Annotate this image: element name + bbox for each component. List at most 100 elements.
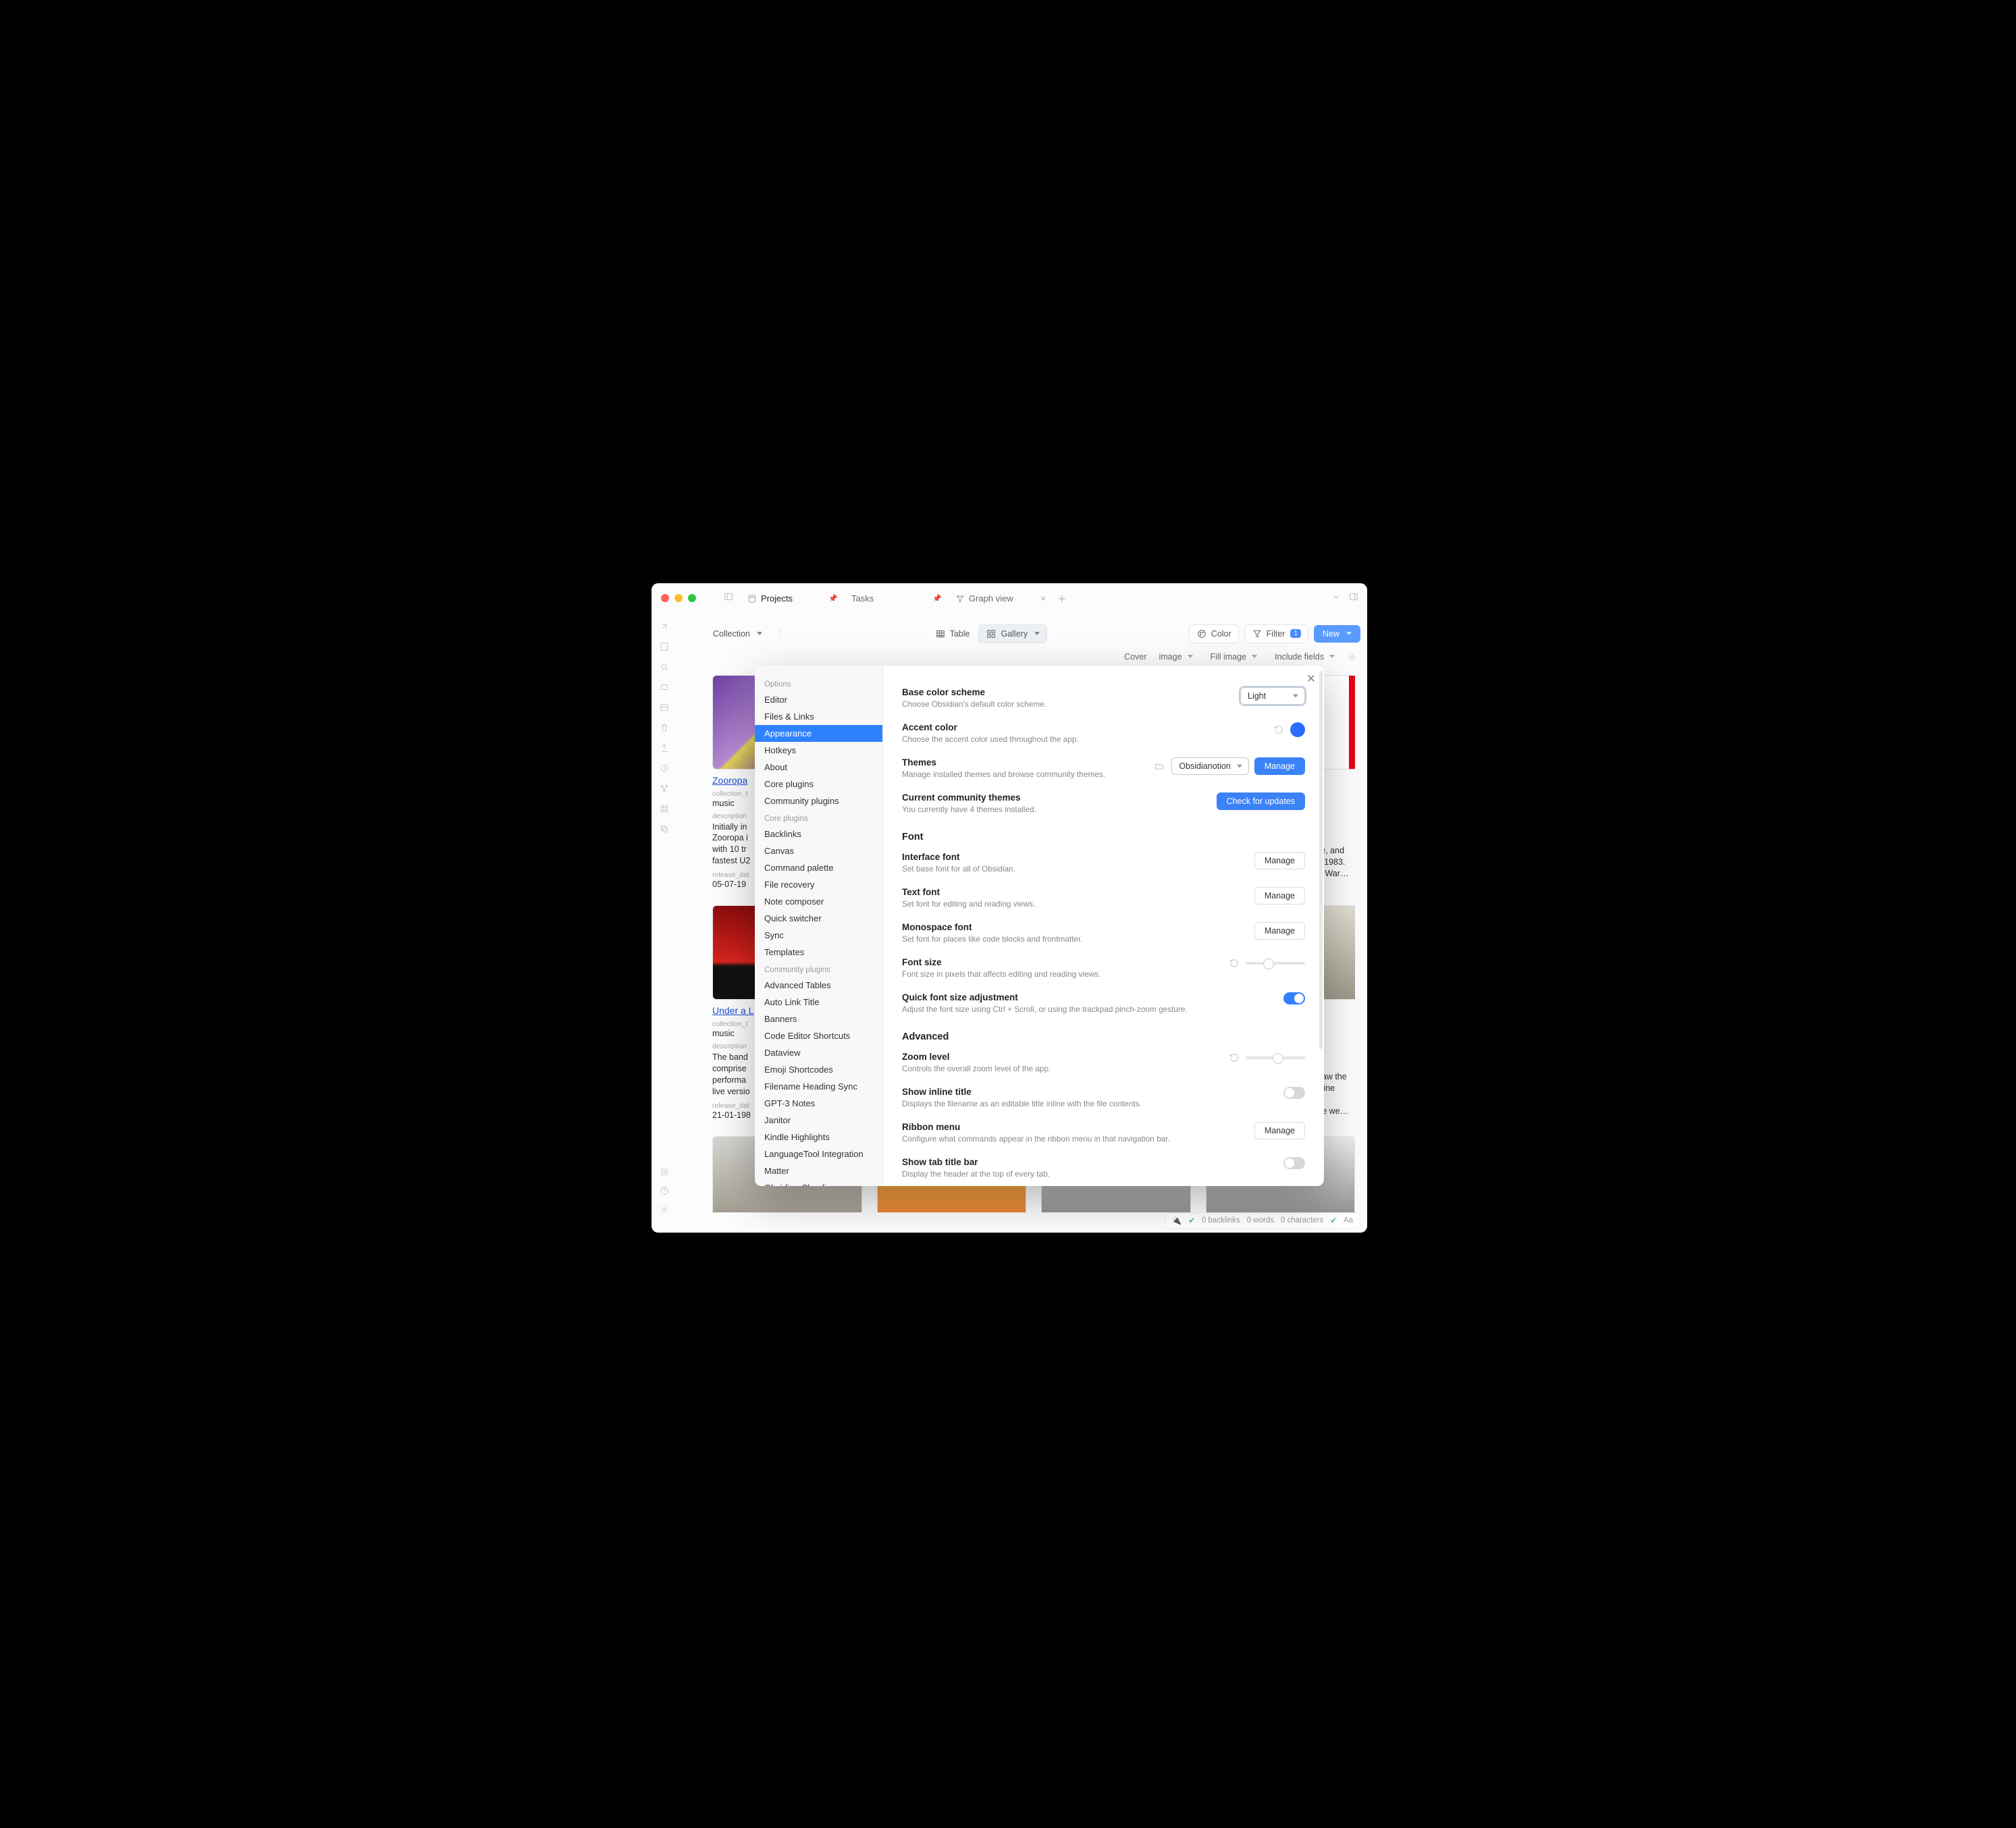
pin-icon[interactable]: 📌 [932,594,942,603]
sidebar-toggle-icon[interactable] [723,591,734,602]
settings-item-communityplugins[interactable]: Community plugins [755,792,882,809]
settings-item-editor[interactable]: Editor [755,691,882,708]
reset-icon[interactable] [1273,724,1285,736]
setting-title: Base color scheme [902,687,1231,697]
settings-item[interactable]: Backlinks [755,826,882,842]
settings-item[interactable]: Auto Link Title [755,994,882,1011]
pin-icon[interactable]: 📌 [828,594,838,603]
tag-icon[interactable] [659,621,670,632]
more-icon[interactable]: ⋮ [775,628,786,639]
minimize-window-button[interactable] [674,594,683,602]
settings-item[interactable]: Advanced Tables [755,977,882,994]
maximize-window-button[interactable] [688,594,696,602]
settings-item-coreplugins[interactable]: Core plugins [755,776,882,792]
manage-text-font-button[interactable]: Manage [1254,887,1305,905]
tab-projects[interactable]: Projects 📌 [742,590,843,608]
settings-item[interactable]: Janitor [755,1112,882,1129]
graph-ribbon-icon[interactable] [659,783,670,794]
settings-item-files[interactable]: Files & Links [755,708,882,725]
upload-icon[interactable] [659,743,670,753]
base-color-select[interactable]: Light [1240,687,1305,705]
chevron-down-icon[interactable] [1331,591,1342,602]
inline-title-toggle[interactable] [1283,1087,1305,1099]
clock-icon[interactable] [659,763,670,774]
manage-themes-button[interactable]: Manage [1254,757,1305,775]
setting-text-font: Text fontSet font for editing and readin… [902,880,1305,915]
accent-color-swatch[interactable] [1290,722,1305,737]
files-icon[interactable] [659,641,670,652]
word-count[interactable]: 0 words [1247,1216,1274,1225]
tab-graph[interactable]: Graph view × [950,590,1051,608]
tab-title-toggle[interactable] [1283,1157,1305,1169]
settings-item-appearance[interactable]: Appearance [755,725,882,742]
settings-item[interactable]: Dataview [755,1044,882,1061]
view-table-button[interactable]: Table [928,624,978,643]
settings-item[interactable]: Obsidian Cloudinary Uploader [755,1179,882,1186]
manage-ribbon-button[interactable]: Manage [1254,1122,1305,1139]
settings-item[interactable]: Matter [755,1162,882,1179]
theme-select[interactable]: Obsidianotion [1171,757,1248,775]
settings-item[interactable]: Emoji Shortcodes [755,1061,882,1078]
reading-mode-icon[interactable]: Aa [1344,1216,1353,1225]
zoom-slider[interactable]: .slider[style*="--p:40"]::after{left:40p… [1246,1056,1305,1059]
settings-item[interactable]: Command palette [755,859,882,876]
settings-item[interactable]: LanguageTool Integration [755,1146,882,1162]
gear-icon[interactable] [1347,651,1358,662]
manage-mono-font-button[interactable]: Manage [1254,922,1305,940]
settings-item[interactable]: File recovery [755,876,882,893]
settings-item[interactable]: Canvas [755,842,882,859]
check-updates-button[interactable]: Check for updates [1217,792,1305,810]
settings-item[interactable]: Note composer [755,893,882,910]
grid-icon[interactable] [659,803,670,814]
setting-desc: Displays the filename as an editable tit… [902,1099,1274,1108]
search-icon[interactable] [659,662,670,672]
close-modal-button[interactable]: ✕ [1306,672,1316,686]
settings-modal: ✕ Options Editor Files & Links Appearanc… [755,666,1324,1186]
fill-image-dropdown[interactable]: Fill image [1205,649,1263,664]
settings-item[interactable]: Filename Heading Sync [755,1078,882,1095]
new-tab-button[interactable]: ＋ [1054,590,1070,608]
vault-icon[interactable] [659,1166,670,1177]
settings-item[interactable]: Quick switcher [755,910,882,927]
settings-item[interactable]: Kindle Highlights [755,1129,882,1146]
settings-group-header: Community plugins [755,961,882,977]
manage-interface-font-button[interactable]: Manage [1254,852,1305,869]
new-button[interactable]: New [1314,625,1360,643]
help-icon[interactable] [659,1185,670,1196]
card-icon[interactable] [659,682,670,693]
table-ribbon-icon[interactable] [659,702,670,713]
view-gallery-button[interactable]: Gallery [978,624,1047,643]
settings-item-hotkeys[interactable]: Hotkeys [755,742,882,759]
quick-font-toggle[interactable] [1283,992,1305,1004]
setting-mono-font: Monospace fontSet font for places like c… [902,915,1305,950]
settings-item[interactable]: Templates [755,944,882,961]
color-button[interactable]: Color [1189,624,1239,643]
copy-icon[interactable] [659,824,670,834]
right-sidebar-toggle-icon[interactable] [1348,591,1359,602]
trash-icon[interactable] [659,722,670,733]
cover-field-dropdown[interactable]: image [1153,649,1198,664]
reset-icon[interactable] [1228,957,1240,969]
settings-item[interactable]: GPT-3 Notes [755,1095,882,1112]
filter-button[interactable]: Filter 1 [1244,624,1308,643]
sync-status-icon[interactable]: 🔌 [1172,1216,1182,1225]
settings-item-about[interactable]: About [755,759,882,776]
view-switcher: Table Gallery [928,624,1047,643]
spellcheck-icon[interactable]: ✔ [1330,1216,1337,1225]
collection-dropdown[interactable]: Collection [706,625,770,643]
palette-icon [1196,628,1207,639]
settings-item[interactable]: Banners [755,1011,882,1027]
settings-item[interactable]: Code Editor Shortcuts [755,1027,882,1044]
tab-tasks[interactable]: Tasks 📌 [846,590,947,608]
font-size-slider[interactable] [1246,962,1305,965]
close-window-button[interactable] [661,594,669,602]
settings-icon[interactable] [659,1204,670,1215]
include-fields-dropdown[interactable]: Include fields [1269,649,1340,664]
reset-icon[interactable] [1228,1052,1240,1064]
folder-icon[interactable] [1154,761,1165,772]
char-count[interactable]: 0 characters [1281,1216,1323,1225]
settings-item[interactable]: Sync [755,927,882,944]
close-tab-icon[interactable]: × [1040,593,1046,603]
backlinks-count[interactable]: 0 backlinks [1202,1216,1240,1225]
setting-desc: Choose the accent color used throughout … [902,734,1263,744]
